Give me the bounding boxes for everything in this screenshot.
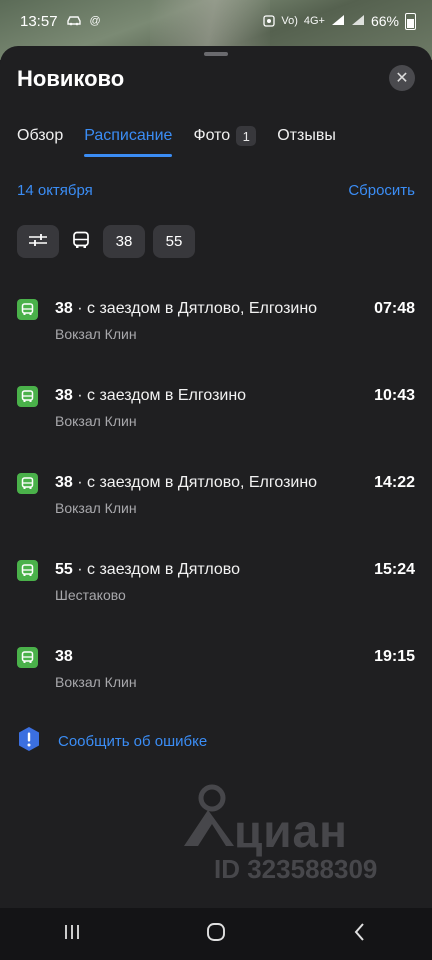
stop-sheet: Новиково ✕ Обзор Расписание Фото 1 Отзыв… [0, 46, 432, 908]
system-nav-bar [0, 908, 432, 960]
route-time: 15:24 [374, 561, 415, 578]
route-row[interactable]: 38 · с заездом в Дятлово, Елгозино Вокза… [17, 470, 415, 530]
route-via: · с заездом в Дятлово [72, 561, 240, 578]
route-number: 55 [55, 561, 73, 578]
route-row[interactable]: 38 · с заездом в Дятлово, Елгозино Вокза… [17, 296, 415, 356]
bus-route-icon [17, 560, 38, 581]
route-title: 55 · с заездом в Дятлово [55, 561, 240, 579]
route-number: 38 [55, 648, 73, 665]
report-error-link[interactable]: Сообщить об ошибке [17, 726, 207, 756]
route-title: 38 · с заездом в Дятлово, Елгозино [55, 474, 317, 492]
volte-icon: Vo) [281, 15, 298, 27]
route-title: 38 · с заездом в Елгозино [55, 387, 246, 405]
watermark-brand: циан [234, 805, 348, 857]
tab-reviews[interactable]: Отзывы [277, 126, 336, 146]
bus-route-icon [17, 473, 38, 494]
status-left: 13:57 @ [20, 13, 101, 30]
watermark-id: ID 323588309 [214, 854, 378, 884]
route-number: 38 [55, 300, 73, 317]
tab-label: Фото [193, 127, 231, 144]
route-via: · с заездом в Дятлово, Елгозино [72, 474, 318, 491]
network-type: 4G+ [303, 15, 325, 27]
battery-level: 66% [370, 13, 399, 29]
at-sign-icon: @ [89, 15, 101, 27]
cian-watermark: циан ID 323588309 [178, 784, 408, 884]
route-time: 07:48 [374, 300, 415, 317]
tab-overview[interactable]: Обзор [17, 126, 63, 146]
bus-route-icon [17, 386, 38, 407]
filter-settings-button[interactable] [17, 225, 59, 258]
alarm-icon [263, 13, 275, 30]
bus-route-icon [17, 647, 38, 668]
bus-route-icon [17, 299, 38, 320]
route-time: 19:15 [374, 648, 415, 665]
bus-icon [72, 231, 90, 253]
route-stop: Вокзал Клин [55, 413, 137, 429]
tab-label: Обзор [17, 127, 64, 144]
bus-filter-button[interactable] [67, 225, 95, 258]
route-number: 38 [55, 387, 73, 404]
route-filter-38[interactable]: 38 [103, 225, 145, 258]
report-error-label: Сообщить об ошибке [58, 732, 208, 750]
stop-title: Новиково [17, 66, 125, 91]
close-icon: ✕ [395, 70, 409, 87]
route-time: 14:22 [374, 474, 415, 491]
car-icon [66, 14, 82, 29]
sliders-icon [28, 232, 48, 252]
signal-icon [331, 13, 345, 29]
signal-icon-2 [351, 13, 365, 29]
tab-label: Отзывы [277, 127, 336, 144]
route-number: 38 [55, 474, 73, 491]
tab-label: Расписание [84, 127, 173, 144]
date-selector[interactable]: 14 октября [17, 182, 93, 199]
close-button[interactable]: ✕ [389, 65, 415, 91]
route-time: 10:43 [374, 387, 415, 404]
battery-icon [405, 12, 416, 30]
back-button[interactable] [330, 914, 390, 954]
filter-chips: 38 55 [17, 225, 195, 258]
route-row[interactable]: 38 Вокзал Клин 19:15 [17, 644, 415, 704]
status-bar: 13:57 @ Vo) 4G+ 66% [0, 0, 432, 42]
route-stop: Вокзал Клин [55, 500, 137, 516]
date-row: 14 октября Сбросить [17, 182, 415, 199]
route-via: · с заездом в Дятлово, Елгозино [72, 300, 318, 317]
photo-count-badge: 1 [236, 126, 257, 146]
recent-apps-icon [63, 923, 81, 946]
status-time: 13:57 [20, 12, 58, 30]
home-button[interactable] [186, 914, 246, 954]
route-filter-55[interactable]: 55 [153, 225, 195, 258]
route-stop: Вокзал Клин [55, 326, 137, 342]
route-row[interactable]: 38 · с заездом в Елгозино Вокзал Клин 10… [17, 383, 415, 443]
status-right: Vo) 4G+ 66% [263, 12, 416, 30]
tab-schedule[interactable]: Расписание [84, 126, 173, 157]
back-chevron-icon [353, 922, 367, 947]
route-row[interactable]: 55 · с заездом в Дятлово Шестаково 15:24 [17, 557, 415, 617]
reset-button[interactable]: Сбросить [348, 182, 415, 199]
recent-apps-button[interactable] [42, 914, 102, 954]
home-icon [206, 922, 226, 947]
route-via: · с заездом в Елгозино [72, 387, 247, 404]
tab-bar: Обзор Расписание Фото 1 Отзывы [17, 126, 336, 157]
tab-photo[interactable]: Фото 1 [193, 126, 257, 146]
route-title: 38 [55, 648, 73, 666]
route-stop: Шестаково [55, 587, 126, 603]
route-stop: Вокзал Клин [55, 674, 137, 690]
route-title: 38 · с заездом в Дятлово, Елгозино [55, 300, 317, 318]
warning-shield-icon [17, 726, 41, 756]
sheet-grabber[interactable] [204, 52, 228, 56]
